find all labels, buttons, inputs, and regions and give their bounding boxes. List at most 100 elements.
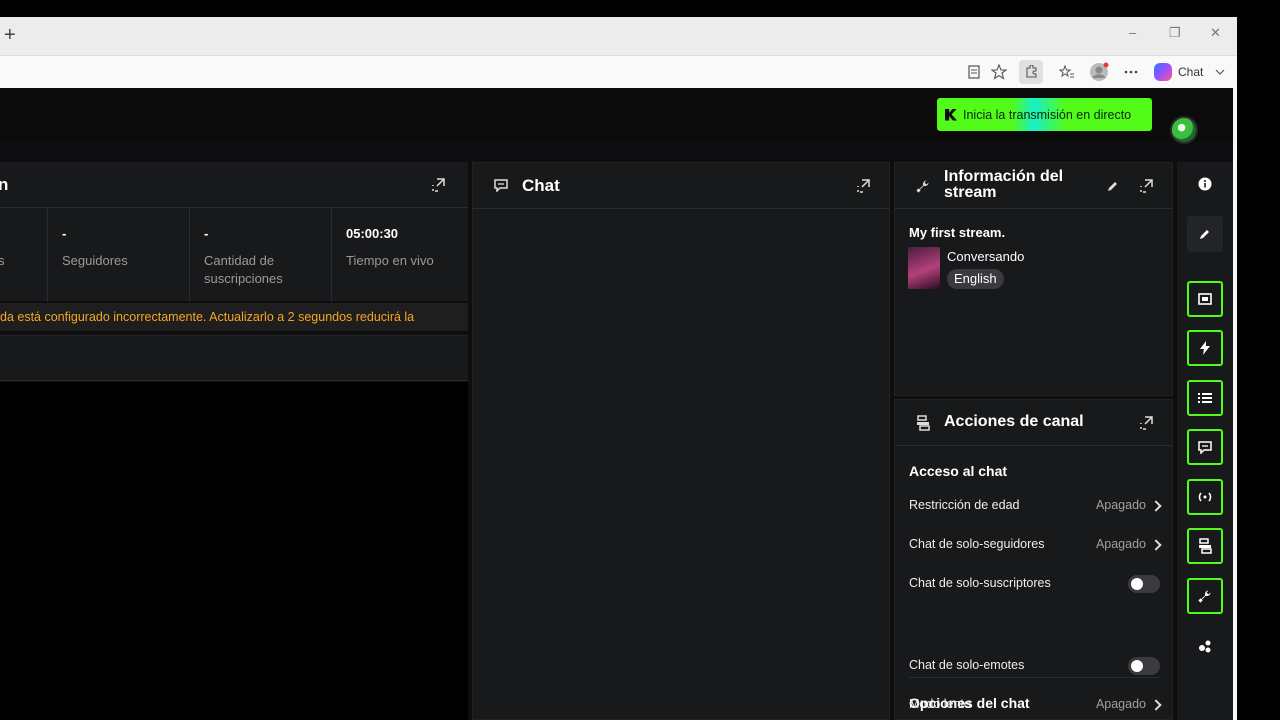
subscribers-only-toggle[interactable] (1128, 575, 1160, 593)
stat-cell: s (0, 208, 47, 302)
chat-button[interactable] (1187, 429, 1223, 465)
restore-button[interactable]: ❐ (1169, 25, 1181, 41)
lightning-button[interactable] (1187, 330, 1223, 366)
right-rail (1177, 162, 1233, 720)
stat-cell-followers: - Seguidores (47, 208, 189, 302)
go-live-button[interactable]: Inicia la transmisión en directo (937, 98, 1152, 131)
setting-row-subscribers-only: Chat de solo-suscriptores (895, 568, 1174, 598)
stats-panel-title: n (0, 175, 9, 194)
browser-window: + – ❐ ✕ Chat Inicia la transmisión en di… (0, 17, 1237, 720)
stream-info-header: Información del stream (895, 163, 1172, 209)
favorites-collections-icon[interactable] (1057, 62, 1077, 82)
more-button[interactable] (1187, 628, 1223, 664)
language-tag: English (947, 269, 1004, 289)
setting-value: Apagado (1095, 537, 1146, 551)
popout-icon[interactable] (431, 178, 445, 192)
wrench-icon (1198, 590, 1211, 603)
video-icon (1198, 293, 1212, 305)
setting-label: Modo lento (909, 697, 971, 711)
broadcast-icon (1198, 492, 1212, 502)
copilot-icon (1154, 63, 1172, 81)
stat-cell-live-time: 05:00:30 Tiempo en vivo (331, 208, 468, 302)
chevron-right-icon (1150, 500, 1162, 512)
stat-value: - (204, 226, 209, 241)
video-preview (0, 382, 468, 720)
setting-label: Restricción de edad (909, 498, 1020, 512)
broadcast-button[interactable] (1187, 479, 1223, 515)
setting-row-slow-mode[interactable]: Modo lento Apagado (895, 689, 1174, 719)
setting-value: Apagado (1095, 697, 1146, 711)
stream-category: Conversando (947, 249, 1025, 264)
setting-label: Chat de solo-suscriptores (909, 576, 1051, 590)
new-tab-button[interactable]: + (4, 25, 16, 45)
stream-title: My first stream. (909, 225, 1006, 240)
setting-value: Apagado (1095, 498, 1146, 512)
chat-panel: Chat (472, 162, 890, 720)
stats-panel-header: n (0, 162, 468, 208)
chat-icon (1198, 440, 1212, 454)
video-toolbar (0, 335, 468, 381)
wrench-button[interactable] (1187, 578, 1223, 614)
chat-icon (494, 179, 508, 192)
chevron-right-icon (1150, 699, 1162, 711)
video-button[interactable] (1187, 281, 1223, 317)
popout-icon[interactable] (856, 179, 870, 193)
stream-info-panel: Información del stream My first stream. … (894, 162, 1173, 396)
top-navigation: Inicia la transmisión en directo (0, 88, 1233, 142)
info-button[interactable] (1187, 166, 1223, 202)
stat-label: Cantidad de suscripciones (204, 253, 283, 286)
chat-panel-title: Chat (522, 176, 560, 195)
popout-icon[interactable] (1139, 416, 1153, 430)
popout-icon[interactable] (1139, 179, 1153, 193)
setting-row-followers-only[interactable]: Chat de solo-seguidores Apagado (895, 529, 1174, 559)
channel-actions-icon (1199, 538, 1212, 554)
list-icon (1198, 393, 1212, 403)
close-button[interactable]: ✕ (1210, 25, 1221, 41)
stat-label: Tiempo en vivo (346, 253, 434, 268)
extensions-icon[interactable] (1019, 60, 1043, 84)
user-avatar[interactable] (1170, 116, 1198, 144)
section-chat-access: Acceso al chat (909, 463, 1008, 479)
stat-value: - (62, 226, 67, 241)
channel-actions-button[interactable] (1187, 528, 1223, 564)
setting-label: Chat de solo-seguidores (909, 537, 1045, 551)
chevron-right-icon (1150, 539, 1162, 551)
stats-row: s - Seguidores - Cantidad de suscripcion… (0, 207, 468, 302)
lightning-icon (1200, 341, 1210, 355)
copilot-chat-label: Chat (1178, 65, 1204, 79)
setting-label: Chat de solo-emotes (909, 658, 1025, 672)
stat-label: s (0, 253, 5, 268)
profile-avatar-icon[interactable] (1089, 62, 1109, 82)
more-icon (1199, 640, 1211, 653)
reading-view-icon[interactable] (964, 62, 984, 82)
edit-icon[interactable] (1107, 180, 1119, 192)
setting-row-age-restriction[interactable]: Restricción de edad Apagado (895, 490, 1174, 520)
info-icon (1198, 177, 1212, 191)
dashboard-page: Inicia la transmisión en directo n s - S… (0, 88, 1233, 720)
stat-cell-subscriptions: - Cantidad de suscripciones (189, 208, 331, 302)
category-thumbnail (908, 247, 940, 289)
setting-row-emotes-only: Chat de solo-emotes (895, 650, 1174, 680)
emotes-only-toggle[interactable] (1128, 657, 1160, 675)
channel-actions-panel: Acciones de canal Acceso al chat Restric… (894, 399, 1173, 720)
wrench-icon (916, 179, 930, 193)
browser-toolbar: Chat (0, 55, 1237, 88)
edit-button[interactable] (1187, 216, 1223, 252)
stat-label: Seguidores (62, 253, 128, 268)
channel-actions-title: Acciones de canal (944, 413, 1084, 430)
stat-value: 05:00:30 (346, 226, 399, 241)
channel-actions-icon (916, 415, 930, 431)
edit-icon (1200, 230, 1209, 239)
chevron-down-icon (1215, 69, 1225, 75)
latency-warning: da está configurado incorrectamente. Act… (0, 303, 468, 331)
copilot-chat-button[interactable]: Chat (1154, 63, 1225, 81)
channel-actions-header: Acciones de canal (895, 400, 1172, 446)
favorite-star-icon[interactable] (989, 62, 1009, 82)
minimize-button[interactable]: – (1129, 25, 1136, 40)
more-options-icon[interactable] (1121, 62, 1141, 82)
chat-panel-header: Chat (473, 163, 889, 209)
go-live-label: Inicia la transmisión en directo (963, 107, 1132, 122)
tab-bar: + – ❐ ✕ (0, 17, 1237, 55)
stream-info-title: Información del stream (944, 168, 1064, 201)
list-button[interactable] (1187, 380, 1223, 416)
